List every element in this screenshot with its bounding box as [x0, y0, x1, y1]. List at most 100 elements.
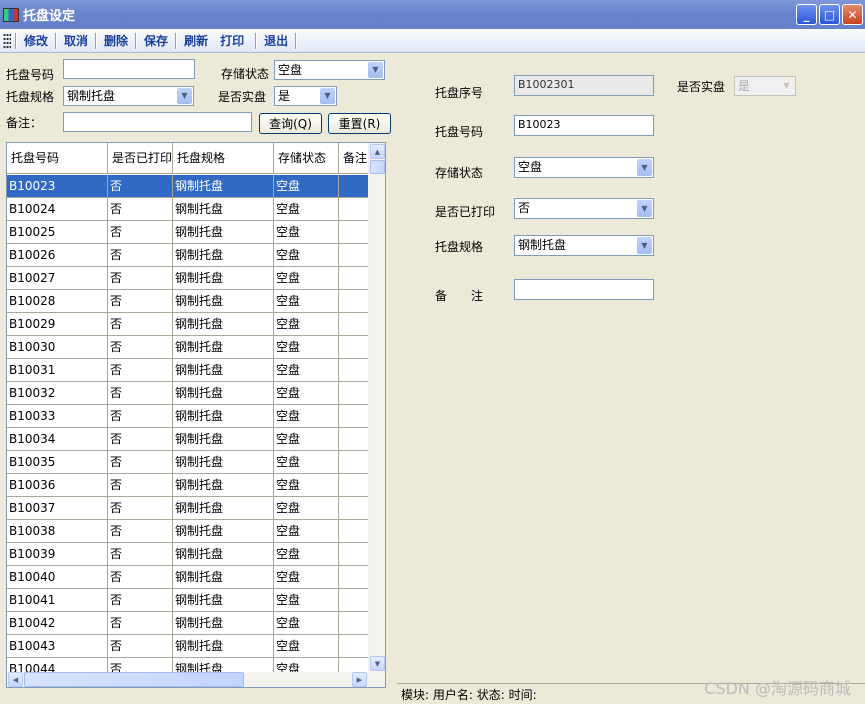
cell-spec[interactable]: 钢制托盘: [173, 313, 274, 335]
table-row[interactable]: B10033 否钢制托盘 空盘: [7, 405, 369, 428]
cell-remark[interactable]: [339, 290, 369, 312]
cell-pallet-no[interactable]: B10024: [7, 198, 108, 220]
maximize-icon[interactable]: □: [819, 4, 840, 25]
chevron-down-icon[interactable]: ▼: [637, 200, 652, 217]
cell-spec[interactable]: 钢制托盘: [173, 497, 274, 519]
cell-pallet-no[interactable]: B10023: [7, 175, 108, 197]
cancel-button[interactable]: 取消: [61, 32, 91, 49]
cell-spec[interactable]: 钢制托盘: [173, 612, 274, 634]
scroll-right-icon[interactable]: ▶: [352, 672, 367, 687]
table-row[interactable]: B10038 否钢制托盘 空盘: [7, 520, 369, 543]
cell-pallet-no[interactable]: B10038: [7, 520, 108, 542]
detail-serial-input[interactable]: B1002301: [514, 75, 654, 96]
cell-storage-status[interactable]: 空盘: [274, 428, 339, 450]
cell-remark[interactable]: [339, 635, 369, 657]
cell-remark[interactable]: [339, 244, 369, 266]
scroll-left-icon[interactable]: ◀: [8, 672, 23, 687]
cell-storage-status[interactable]: 空盘: [274, 520, 339, 542]
cell-storage-status[interactable]: 空盘: [274, 290, 339, 312]
table-row[interactable]: B10025 否钢制托盘 空盘: [7, 221, 369, 244]
cell-pallet-no[interactable]: B10028: [7, 290, 108, 312]
delete-button[interactable]: 删除: [101, 32, 131, 49]
cell-printed[interactable]: 否: [108, 244, 173, 266]
table-row[interactable]: B10023 否钢制托盘 空盘: [7, 175, 369, 198]
cell-printed[interactable]: 否: [108, 543, 173, 565]
detail-storage-status-select[interactable]: 空盘 ▼: [514, 157, 654, 178]
cell-spec[interactable]: 钢制托盘: [173, 451, 274, 473]
chevron-down-icon[interactable]: ▼: [320, 88, 335, 104]
pallet-grid[interactable]: 托盘号码 是否已打印 托盘规格 存储状态 备注 B10023 否钢制托盘 空盘 B10…: [6, 142, 386, 688]
cell-pallet-no[interactable]: B10041: [7, 589, 108, 611]
cell-storage-status[interactable]: 空盘: [274, 635, 339, 657]
detail-is-full-select[interactable]: 是 ▼: [734, 76, 796, 96]
detail-pallet-no-input[interactable]: B10023: [514, 115, 654, 136]
exit-button[interactable]: 退出: [261, 32, 291, 49]
cell-storage-status[interactable]: 空盘: [274, 313, 339, 335]
cell-printed[interactable]: 否: [108, 635, 173, 657]
column-header-pallet-no[interactable]: 托盘号码: [7, 143, 108, 173]
table-row[interactable]: B10032 否钢制托盘 空盘: [7, 382, 369, 405]
query-button[interactable]: 查询(Q): [259, 113, 322, 134]
cell-spec[interactable]: 钢制托盘: [173, 198, 274, 220]
print-button[interactable]: 打印: [217, 32, 247, 49]
table-row[interactable]: B10035 否钢制托盘 空盘: [7, 451, 369, 474]
table-row[interactable]: B10027 否钢制托盘 空盘: [7, 267, 369, 290]
cell-printed[interactable]: 否: [108, 175, 173, 197]
chevron-down-icon[interactable]: ▼: [177, 88, 192, 104]
chevron-down-icon[interactable]: ▼: [368, 62, 383, 78]
table-row[interactable]: B10042 否钢制托盘 空盘: [7, 612, 369, 635]
table-row[interactable]: B10043 否钢制托盘 空盘: [7, 635, 369, 658]
cell-printed[interactable]: 否: [108, 313, 173, 335]
cell-printed[interactable]: 否: [108, 336, 173, 358]
cell-printed[interactable]: 否: [108, 382, 173, 404]
cell-remark[interactable]: [339, 336, 369, 358]
save-button[interactable]: 保存: [141, 32, 171, 49]
table-row[interactable]: B10039 否钢制托盘 空盘: [7, 543, 369, 566]
search-remark-input[interactable]: [63, 112, 252, 132]
cell-pallet-no[interactable]: B10037: [7, 497, 108, 519]
scroll-down-icon[interactable]: ▼: [370, 656, 385, 671]
cell-spec[interactable]: 钢制托盘: [173, 382, 274, 404]
cell-pallet-no[interactable]: B10027: [7, 267, 108, 289]
minimize-icon[interactable]: _: [796, 4, 817, 25]
cell-spec[interactable]: 钢制托盘: [173, 290, 274, 312]
table-row[interactable]: B10031 否钢制托盘 空盘: [7, 359, 369, 382]
cell-pallet-no[interactable]: B10029: [7, 313, 108, 335]
detail-spec-select[interactable]: 钢制托盘 ▼: [514, 235, 654, 256]
cell-remark[interactable]: [339, 359, 369, 381]
cell-printed[interactable]: 否: [108, 474, 173, 496]
table-row[interactable]: B10028 否钢制托盘 空盘: [7, 290, 369, 313]
cell-pallet-no[interactable]: B10026: [7, 244, 108, 266]
cell-pallet-no[interactable]: B10034: [7, 428, 108, 450]
cell-remark[interactable]: [339, 221, 369, 243]
cell-pallet-no[interactable]: B10035: [7, 451, 108, 473]
cell-printed[interactable]: 否: [108, 451, 173, 473]
vertical-scrollbar[interactable]: ▲ ▼: [368, 143, 385, 672]
horizontal-scroll-thumb[interactable]: [24, 672, 244, 687]
cell-storage-status[interactable]: 空盘: [274, 267, 339, 289]
cell-remark[interactable]: [339, 451, 369, 473]
cell-pallet-no[interactable]: B10040: [7, 566, 108, 588]
cell-storage-status[interactable]: 空盘: [274, 566, 339, 588]
cell-storage-status[interactable]: 空盘: [274, 175, 339, 197]
cell-storage-status[interactable]: 空盘: [274, 382, 339, 404]
cell-storage-status[interactable]: 空盘: [274, 405, 339, 427]
table-row[interactable]: B10034 否钢制托盘 空盘: [7, 428, 369, 451]
cell-remark[interactable]: [339, 543, 369, 565]
cell-printed[interactable]: 否: [108, 612, 173, 634]
table-row[interactable]: B10040 否钢制托盘 空盘: [7, 566, 369, 589]
cell-pallet-no[interactable]: B10042: [7, 612, 108, 634]
cell-printed[interactable]: 否: [108, 428, 173, 450]
search-storage-status-select[interactable]: 空盘 ▼: [274, 60, 385, 80]
cell-storage-status[interactable]: 空盘: [274, 612, 339, 634]
cell-spec[interactable]: 钢制托盘: [173, 267, 274, 289]
reset-button[interactable]: 重置(R): [328, 113, 391, 134]
cell-storage-status[interactable]: 空盘: [274, 336, 339, 358]
detail-printed-select[interactable]: 否 ▼: [514, 198, 654, 219]
cell-pallet-no[interactable]: B10030: [7, 336, 108, 358]
toolbar-grip-icon[interactable]: [3, 32, 11, 49]
table-row[interactable]: B10029 否钢制托盘 空盘: [7, 313, 369, 336]
table-row[interactable]: B10026 否钢制托盘 空盘: [7, 244, 369, 267]
cell-storage-status[interactable]: 空盘: [274, 221, 339, 243]
cell-remark[interactable]: [339, 520, 369, 542]
